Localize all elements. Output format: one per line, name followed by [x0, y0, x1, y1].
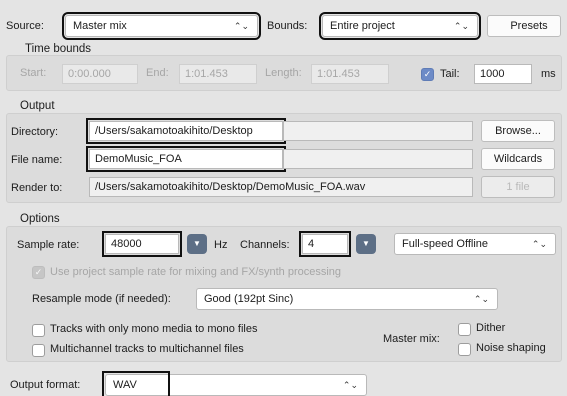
- tail-field[interactable]: 1000: [474, 64, 532, 84]
- directory-field-extension[interactable]: [283, 121, 473, 141]
- resample-label: Resample mode (if needed):: [32, 293, 171, 305]
- output-format-value: WAV: [113, 379, 137, 391]
- end-field[interactable]: 1:01.453: [179, 64, 257, 84]
- dither-label: Dither: [476, 322, 506, 334]
- output-format-select[interactable]: WAV ⌃⌄: [105, 374, 367, 396]
- use-project-rate-label: Use project sample rate for mixing and F…: [50, 266, 342, 278]
- filename-label: File name:: [11, 154, 63, 166]
- time-bounds-title: Time bounds: [25, 43, 92, 55]
- browse-button[interactable]: Browse...: [481, 120, 555, 142]
- tail-label: Tail:: [440, 68, 460, 80]
- source-select-value: Master mix: [73, 20, 127, 32]
- mono-files-label: Tracks with only mono media to mono file…: [50, 323, 258, 335]
- multichannel-files-checkbox[interactable]: [32, 344, 45, 357]
- noise-shaping-label: Noise shaping: [476, 342, 546, 354]
- dither-checkbox[interactable]: [458, 323, 471, 336]
- sample-rate-field[interactable]: 48000: [102, 231, 182, 257]
- render-to-label: Render to:: [11, 182, 63, 194]
- sample-rate-dropdown-icon[interactable]: ▼: [187, 234, 207, 254]
- filename-field-extension[interactable]: [283, 149, 473, 169]
- channels-dropdown-icon[interactable]: ▼: [356, 234, 376, 254]
- presets-button[interactable]: Presets: [487, 15, 561, 37]
- end-label: End:: [146, 67, 169, 79]
- multichannel-files-label: Multichannel tracks to multichannel file…: [50, 343, 244, 355]
- updown-chevron-icon: ⌃⌄: [473, 294, 489, 304]
- length-field[interactable]: 1:01.453: [311, 64, 389, 84]
- render-mode-select[interactable]: Full-speed Offline ⌃⌄: [394, 233, 556, 255]
- noise-shaping-checkbox[interactable]: [458, 343, 471, 356]
- filename-field[interactable]: DemoMusic_FOA: [86, 146, 286, 172]
- start-label: Start:: [20, 67, 47, 79]
- bounds-label: Bounds:: [267, 20, 308, 32]
- file-count-button[interactable]: 1 file: [481, 176, 555, 198]
- channels-label: Channels:: [240, 239, 290, 251]
- resample-select[interactable]: Good (192pt Sinc) ⌃⌄: [196, 288, 498, 310]
- output-format-label: Output format:: [10, 379, 81, 391]
- hz-label: Hz: [214, 239, 228, 251]
- updown-chevron-icon: ⌃⌄: [233, 21, 249, 31]
- render-mode-value: Full-speed Offline: [402, 238, 489, 250]
- resample-value: Good (192pt Sinc): [204, 293, 294, 305]
- master-mix-label: Master mix:: [383, 333, 440, 345]
- updown-chevron-icon: ⌃⌄: [531, 239, 547, 249]
- updown-chevron-icon: ⌃⌄: [342, 380, 358, 390]
- bounds-select-value: Entire project: [330, 20, 395, 32]
- start-field[interactable]: 0:00.000: [62, 64, 138, 84]
- render-to-path: /Users/sakamotoakihito/Desktop/DemoMusic…: [89, 177, 473, 197]
- updown-chevron-icon: ⌃⌄: [453, 21, 469, 31]
- directory-field[interactable]: /Users/sakamotoakihito/Desktop: [86, 118, 286, 144]
- mono-files-checkbox[interactable]: [32, 324, 45, 337]
- tail-unit-label: ms: [541, 68, 556, 80]
- options-title: Options: [20, 213, 60, 225]
- directory-label: Directory:: [11, 126, 59, 138]
- sample-rate-label: Sample rate:: [17, 239, 80, 251]
- tail-checkbox[interactable]: ✓: [421, 68, 434, 81]
- source-select[interactable]: Master mix ⌃⌄: [62, 12, 261, 40]
- length-label: Length:: [265, 67, 302, 79]
- use-project-rate-checkbox[interactable]: ✓: [32, 266, 45, 279]
- channels-field[interactable]: 4: [299, 231, 351, 257]
- source-label: Source:: [6, 20, 44, 32]
- output-title: Output: [20, 100, 55, 112]
- bounds-select[interactable]: Entire project ⌃⌄: [319, 12, 481, 40]
- wildcards-button[interactable]: Wildcards: [481, 148, 555, 170]
